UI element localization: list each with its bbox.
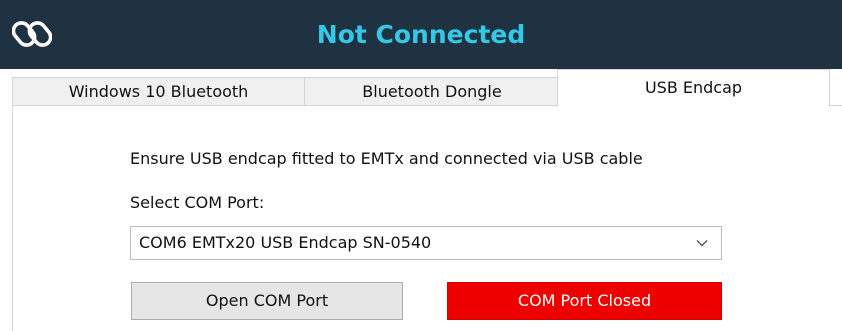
open-com-port-button[interactable]: Open COM Port: [131, 282, 403, 320]
com-port-status-button[interactable]: COM Port Closed: [447, 282, 722, 320]
connection-tabs: Windows 10 Bluetooth Bluetooth Dongle US…: [0, 69, 842, 107]
usb-instruction-text: Ensure USB endcap fitted to EMTx and con…: [130, 149, 643, 168]
title-bar: Not Connected: [0, 0, 842, 69]
tab-bluetooth-dongle[interactable]: Bluetooth Dongle: [304, 77, 560, 106]
chevron-down-icon: [696, 240, 708, 247]
com-port-selected-value: COM6 EMTx20 USB Endcap SN-0540: [139, 233, 432, 252]
tab-usb-endcap[interactable]: USB Endcap: [557, 69, 830, 107]
usb-endcap-panel: Ensure USB endcap fitted to EMTx and con…: [12, 105, 842, 331]
select-com-port-label: Select COM Port:: [130, 193, 265, 212]
connection-status-title: Not Connected: [316, 20, 526, 49]
app-window: Not Connected Windows 10 Bluetooth Bluet…: [0, 0, 842, 331]
com-port-select[interactable]: COM6 EMTx20 USB Endcap SN-0540: [130, 226, 722, 260]
tab-windows-10-bluetooth[interactable]: Windows 10 Bluetooth: [12, 77, 304, 106]
